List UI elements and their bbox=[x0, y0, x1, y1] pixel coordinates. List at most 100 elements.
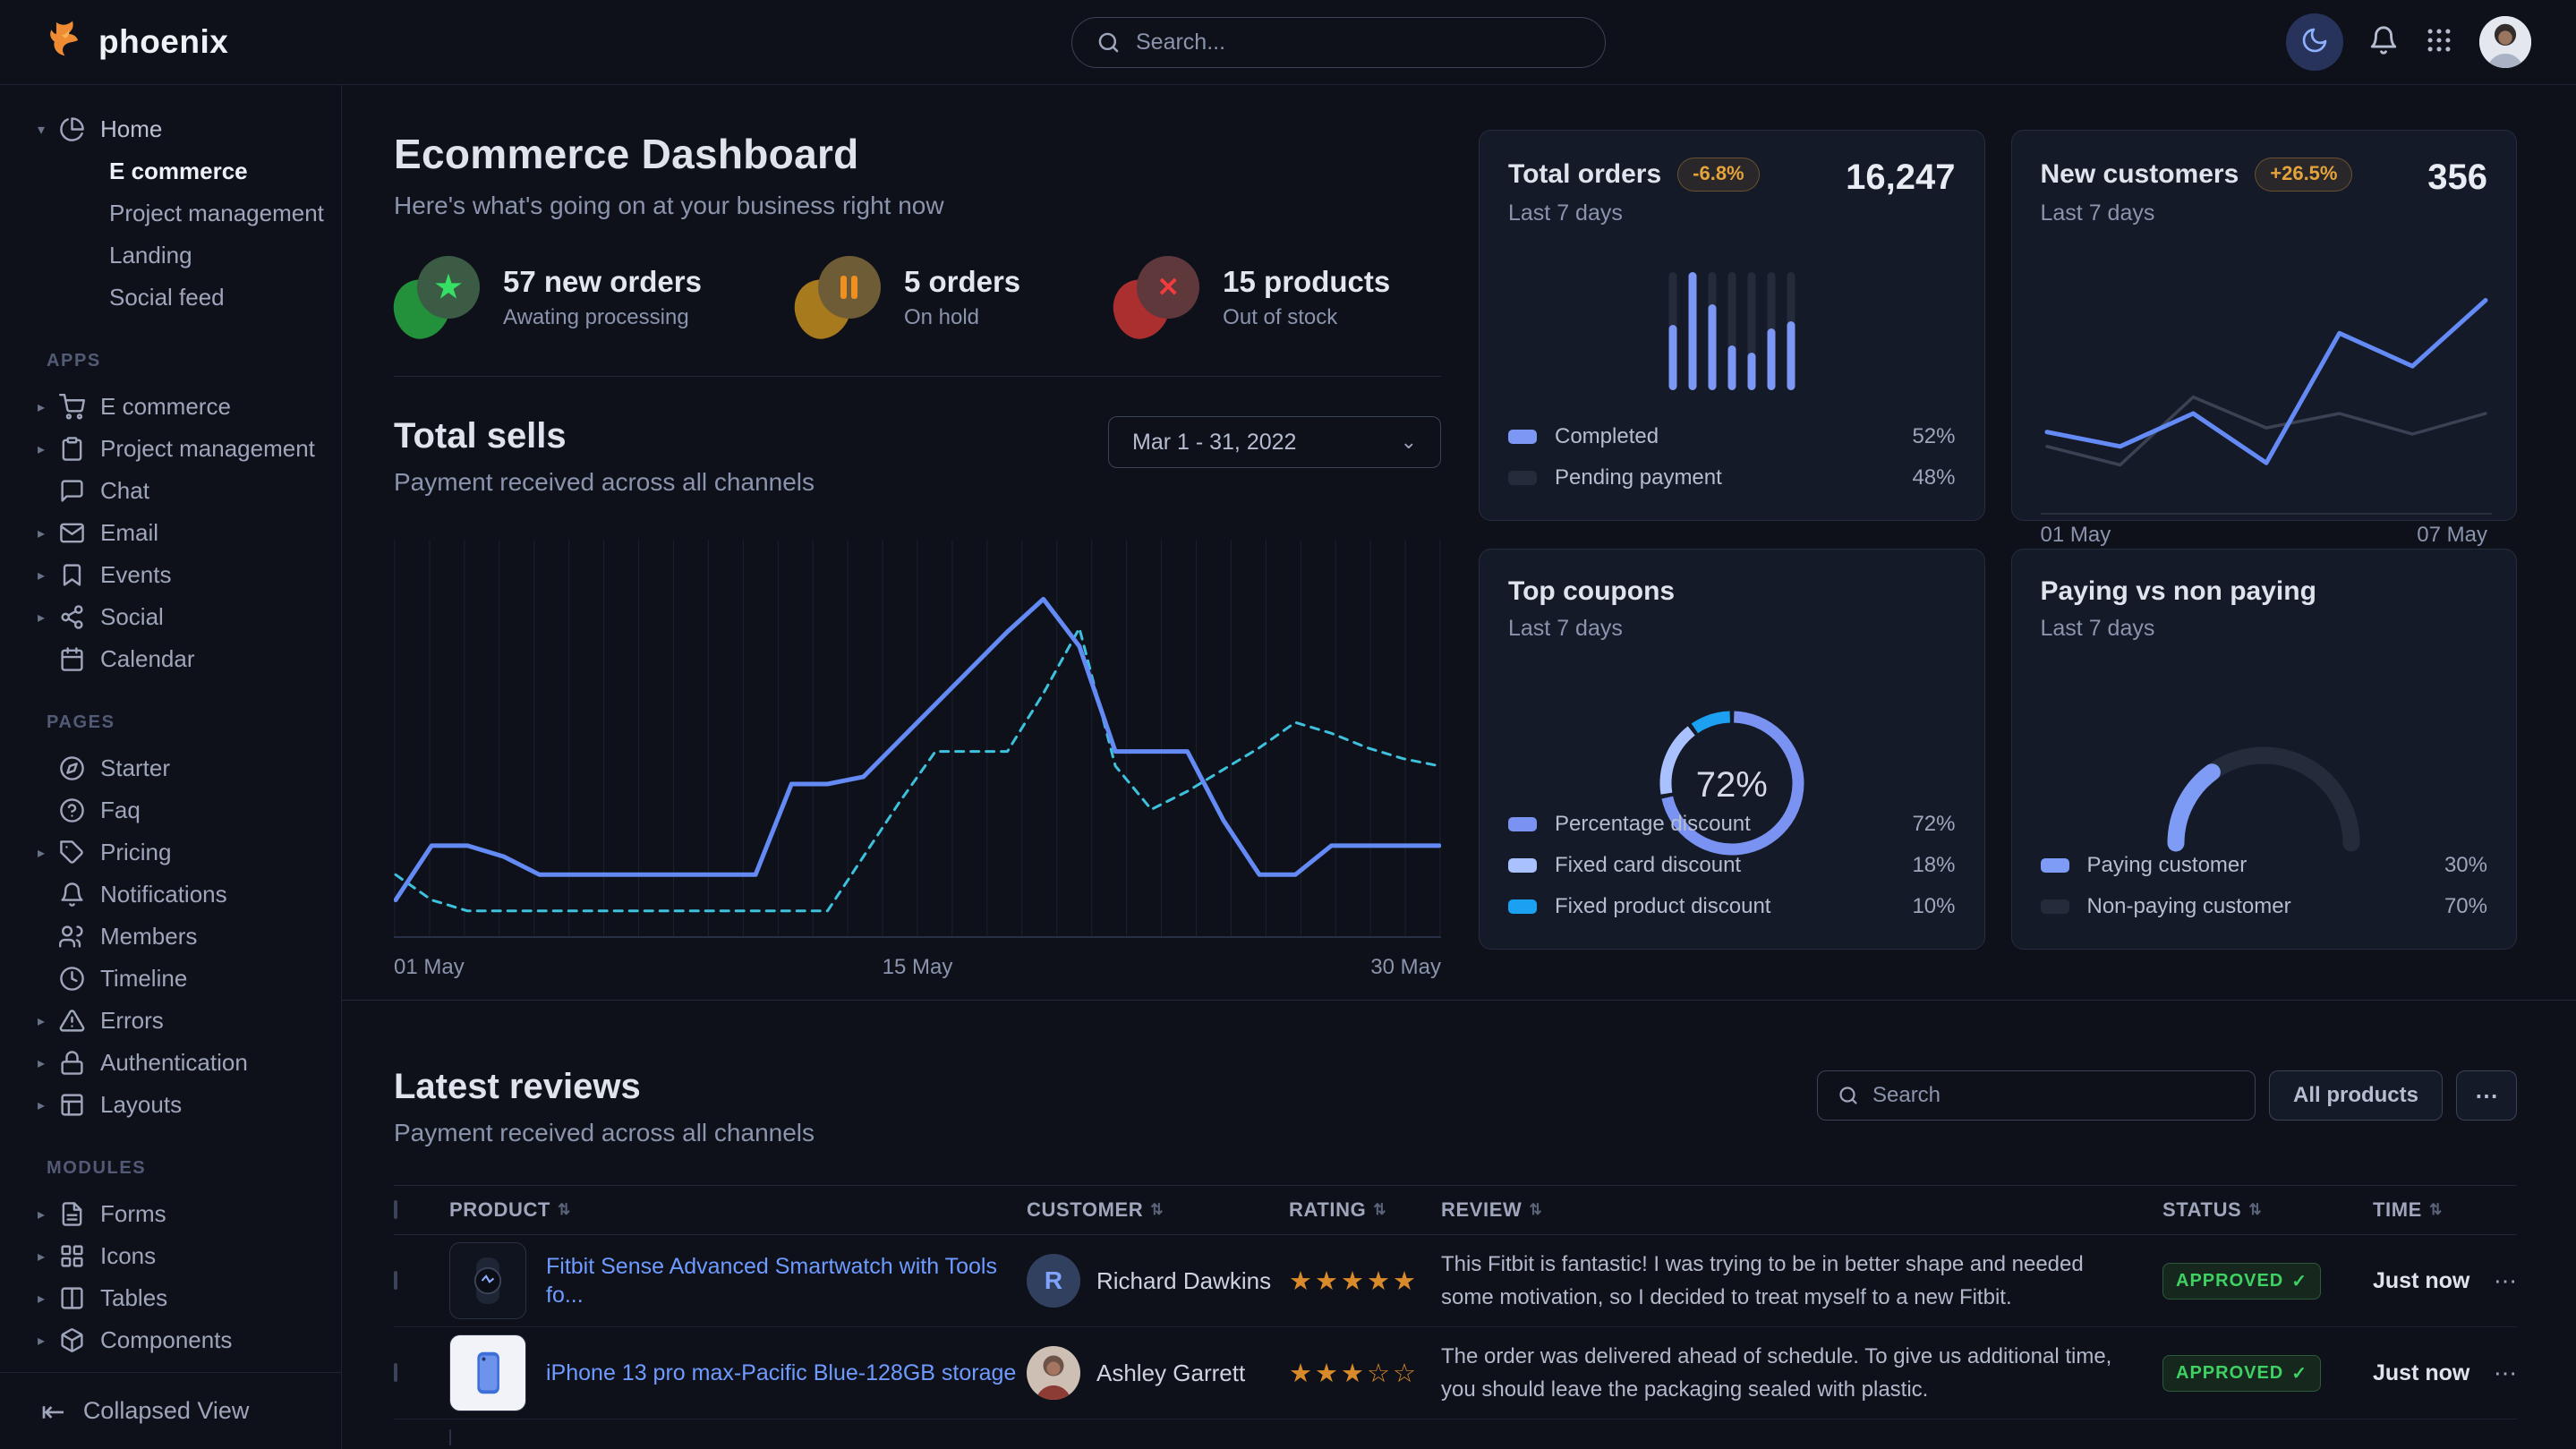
package-icon bbox=[59, 1327, 100, 1353]
select-all-checkbox[interactable] bbox=[394, 1200, 397, 1219]
sidebar-item-label: Calendar bbox=[100, 645, 195, 673]
sidebar-item-forms[interactable]: ▸Forms bbox=[0, 1193, 341, 1235]
sidebar-item-notifications[interactable]: Notifications bbox=[0, 874, 341, 916]
sidebar-item-label: Starter bbox=[100, 754, 170, 782]
sidebar-item-label: Notifications bbox=[100, 881, 227, 908]
caret-right-icon: ▸ bbox=[38, 1206, 59, 1223]
bookmark-icon bbox=[59, 562, 100, 588]
reviews-table-header: PRODUCT⇅ CUSTOMER⇅ RATING⇅ REVIEW⇅ STATU… bbox=[394, 1185, 2517, 1235]
sidebar-item-home[interactable]: ▾Home bbox=[0, 108, 341, 150]
latest-reviews-section: Latest reviews Payment received across a… bbox=[342, 1000, 2576, 1449]
date-range-select[interactable]: Mar 1 - 31, 2022 ⌄ bbox=[1108, 416, 1441, 468]
search-placeholder: Search... bbox=[1136, 30, 1225, 55]
status-badge: APPROVED✓ bbox=[2162, 1355, 2321, 1392]
column-product[interactable]: PRODUCT⇅ bbox=[449, 1198, 1027, 1222]
page-title: Ecommerce Dashboard bbox=[394, 130, 1441, 178]
row-checkbox[interactable] bbox=[394, 1363, 397, 1382]
lock-icon bbox=[59, 1050, 100, 1076]
sidebar-item-chat[interactable]: Chat bbox=[0, 470, 341, 512]
sidebar-item-errors[interactable]: ▸Errors bbox=[0, 1000, 341, 1042]
sells-axis-end: 30 May bbox=[1370, 955, 1441, 980]
sidebar-item-members[interactable]: Members bbox=[0, 916, 341, 958]
collapse-view-button[interactable]: ⇤ Collapsed View bbox=[0, 1372, 341, 1449]
sidebar-item-components[interactable]: ▸Components bbox=[0, 1319, 341, 1361]
customer-avatar-photo bbox=[1027, 1346, 1080, 1400]
total-sells-title: Total sells bbox=[394, 416, 815, 456]
sidebar-item-authentication[interactable]: ▸Authentication bbox=[0, 1042, 341, 1084]
caret-right-icon: ▸ bbox=[38, 1096, 59, 1114]
reviews-more-button[interactable]: ⋯ bbox=[2456, 1070, 2517, 1121]
sidebar-item-label: Timeline bbox=[100, 965, 187, 993]
global-search-input[interactable]: Search... bbox=[1071, 17, 1606, 68]
stat-label: On hold bbox=[904, 305, 1020, 330]
sidebar-item-starter[interactable]: Starter bbox=[0, 747, 341, 789]
row-checkbox[interactable] bbox=[394, 1271, 397, 1290]
column-status[interactable]: STATUS⇅ bbox=[2162, 1198, 2373, 1222]
sidebar-item-social-feed[interactable]: Social feed bbox=[0, 277, 341, 319]
sells-axis-start: 01 May bbox=[394, 955, 465, 980]
caret-right-icon: ▸ bbox=[38, 524, 59, 542]
sidebar-item-pricing[interactable]: ▸Pricing bbox=[0, 831, 341, 874]
paying-title: Paying vs non paying bbox=[2041, 576, 2488, 607]
sidebar-item-social[interactable]: ▸Social bbox=[0, 596, 341, 638]
reviews-search-input[interactable]: Search bbox=[1817, 1070, 2256, 1121]
sidebar-item-e-commerce[interactable]: ▸E commerce bbox=[0, 386, 341, 428]
dashboard-left-column: Ecommerce Dashboard Here's what's going … bbox=[394, 130, 1441, 980]
check-icon: ✓ bbox=[2291, 1270, 2307, 1292]
top-coupons-period: Last 7 days bbox=[1508, 616, 1956, 642]
sidebar-item-faq[interactable]: Faq bbox=[0, 789, 341, 831]
file-text-icon bbox=[59, 1201, 100, 1227]
column-time[interactable]: TIME⇅ bbox=[2373, 1198, 2489, 1222]
caret-right-icon: ▸ bbox=[38, 1012, 59, 1030]
theme-toggle-button[interactable] bbox=[2286, 13, 2343, 71]
stat-label: Awating processing bbox=[503, 305, 702, 330]
table-row-partial bbox=[394, 1419, 2517, 1449]
apps-menu-button[interactable] bbox=[2424, 25, 2454, 60]
sidebar-item-icons[interactable]: ▸Icons bbox=[0, 1235, 341, 1277]
quick-stat: ★ 57 new orders Awating processing bbox=[394, 256, 702, 338]
sidebar-item-layouts[interactable]: ▸Layouts bbox=[0, 1084, 341, 1126]
product-thumbnail-iphone bbox=[449, 1334, 526, 1411]
sidebar-item-e-commerce[interactable]: E commerce bbox=[0, 150, 341, 192]
top-navbar: phoenix Search... bbox=[0, 0, 2576, 85]
all-products-button[interactable]: All products bbox=[2269, 1070, 2443, 1121]
column-rating[interactable]: RATING⇅ bbox=[1289, 1198, 1441, 1222]
legend-paying: Paying customer 30% bbox=[2041, 845, 2488, 886]
review-text: The order was delivered ahead of schedul… bbox=[1441, 1340, 2139, 1406]
product-link[interactable]: Fitbit Sense Advanced Smartwatch with To… bbox=[546, 1252, 1027, 1310]
user-avatar[interactable] bbox=[2479, 16, 2531, 68]
new-customers-title: New customers bbox=[2041, 159, 2239, 190]
caret-right-icon: ▸ bbox=[38, 609, 59, 626]
caret-right-icon: ▸ bbox=[38, 398, 59, 416]
sidebar-item-events[interactable]: ▸Events bbox=[0, 554, 341, 596]
stat-value: 57 new orders bbox=[503, 265, 702, 299]
page-subtitle: Here's what's going on at your business … bbox=[394, 192, 1441, 220]
reviews-subtitle: Payment received across all channels bbox=[394, 1119, 815, 1147]
new-customers-period: Last 7 days bbox=[2041, 200, 2353, 226]
column-review[interactable]: REVIEW⇅ bbox=[1441, 1198, 2162, 1222]
notifications-button[interactable] bbox=[2368, 25, 2399, 60]
row-menu-button[interactable]: ⋯ bbox=[2489, 1360, 2517, 1387]
sidebar-item-timeline[interactable]: Timeline bbox=[0, 958, 341, 1000]
column-customer[interactable]: CUSTOMER⇅ bbox=[1027, 1198, 1289, 1222]
paying-swatch bbox=[2041, 858, 2069, 873]
sidebar-item-landing[interactable]: Landing bbox=[0, 234, 341, 277]
product-link[interactable]: iPhone 13 pro max-Pacific Blue-128GB sto… bbox=[546, 1359, 1016, 1388]
orders-bar-chart bbox=[1668, 272, 1795, 390]
grid4-icon bbox=[59, 1243, 100, 1269]
nine-dots-grid-icon bbox=[2424, 25, 2454, 60]
reviews-table: PRODUCT⇅ CUSTOMER⇅ RATING⇅ REVIEW⇅ STATU… bbox=[394, 1185, 2517, 1449]
sort-icon: ⇅ bbox=[2248, 1201, 2262, 1219]
sidebar-item-email[interactable]: ▸Email bbox=[0, 512, 341, 554]
sidebar-item-project-management[interactable]: Project management bbox=[0, 192, 341, 234]
sidebar-item-tables[interactable]: ▸Tables bbox=[0, 1277, 341, 1319]
sidebar-item-calendar[interactable]: Calendar bbox=[0, 638, 341, 680]
pending-swatch bbox=[1508, 471, 1537, 485]
nc-axis-start: 01 May bbox=[2041, 523, 2111, 548]
brand-logo[interactable]: phoenix bbox=[45, 20, 228, 65]
row-menu-button[interactable]: ⋯ bbox=[2489, 1267, 2517, 1295]
legend-pending: Pending payment 48% bbox=[1508, 457, 1956, 499]
sidebar-item-label: Pricing bbox=[100, 839, 171, 866]
reviews-search-placeholder: Search bbox=[1872, 1083, 1941, 1108]
sidebar-item-project-management[interactable]: ▸Project management bbox=[0, 428, 341, 470]
